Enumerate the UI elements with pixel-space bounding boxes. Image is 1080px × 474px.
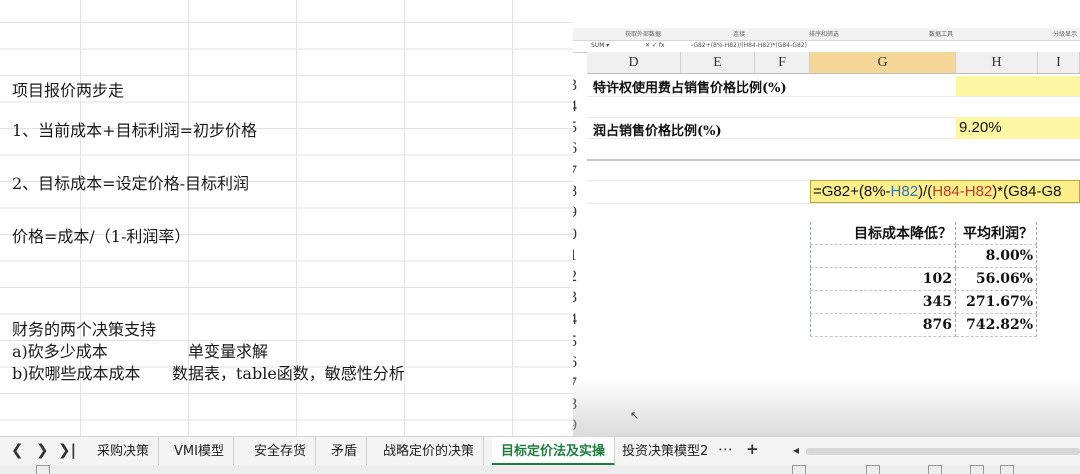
note-line: b)砍哪些成本成本 数据表，table函数，敏感性分析 bbox=[12, 360, 405, 384]
formula-cell-g8[interactable]: =G82+(8%-H82)/(H84-H82)*(G84-G8 bbox=[810, 180, 1080, 203]
column-header-i: I bbox=[1038, 52, 1080, 74]
sheet-tab-active[interactable]: 目标定价法及实操 bbox=[492, 437, 616, 466]
tab-nav-prev-icon[interactable]: ❮ bbox=[11, 441, 24, 459]
sheet-tab[interactable]: 采购决策 bbox=[88, 437, 160, 466]
sheet-tab[interactable]: 矛盾 bbox=[322, 437, 368, 466]
sheet-tabs-bar: ❮ ❯ ❯| 采购决策 VMI模型 安全存货 矛盾 战略定价的决策 目标定价法及… bbox=[0, 436, 1080, 466]
row-number: 6 bbox=[573, 140, 577, 157]
ribbon-group: 获取外部数据 bbox=[625, 31, 662, 38]
row-number: 1 bbox=[573, 247, 577, 264]
label-row3: 特许权使用费占销售价格比例(%) bbox=[593, 81, 787, 96]
row-number: 9 bbox=[573, 204, 577, 221]
formula-part: H84-H82 bbox=[932, 183, 993, 200]
note-line: 价格=成本/（1-利润率） bbox=[12, 227, 191, 246]
column-header-f: F bbox=[755, 52, 810, 74]
zoom-icon[interactable] bbox=[1000, 465, 1014, 474]
ribbon-group: 数据工具 bbox=[929, 31, 954, 38]
note-line: 1、当前成本+目标利润=初步价格 bbox=[12, 121, 257, 140]
mouse-cursor-icon: ↖ bbox=[630, 409, 640, 422]
tab-nav-next-icon[interactable]: ❯ bbox=[36, 441, 49, 459]
table-header: 平均利润？ bbox=[955, 222, 1037, 245]
table-row: 345 271.67% bbox=[810, 290, 1037, 314]
formula-part: =G82+(8%- bbox=[813, 183, 891, 200]
sheet-tab[interactable]: 战略定价的决策 bbox=[374, 437, 485, 466]
formula-part: H82 bbox=[890, 183, 919, 200]
note-line: a)砍多少成本 单变量求解 bbox=[12, 338, 268, 362]
tab-nav-last-icon[interactable]: ❯| bbox=[58, 441, 76, 459]
more-tabs-icon[interactable]: ⋯ bbox=[718, 440, 733, 458]
scroll-left-icon[interactable]: ◂ bbox=[793, 443, 799, 457]
row-number: 7 bbox=[573, 163, 577, 180]
note-line-b: 单变量求解 bbox=[188, 342, 269, 361]
sheet-tab[interactable]: 安全存货 bbox=[245, 437, 317, 466]
row-number: 5 bbox=[573, 333, 577, 350]
note-line: 财务的两个决策支持 bbox=[12, 320, 157, 339]
table-cell[interactable]: 102 bbox=[810, 267, 956, 291]
horizontal-scrollbar[interactable] bbox=[806, 448, 1080, 455]
view-layout-icon[interactable] bbox=[866, 465, 880, 474]
column-header-g: G bbox=[810, 52, 956, 74]
note-line-a: a)砍多少成本 bbox=[12, 342, 108, 361]
formula-text: -G82+(8%-H82)/(H84-H82)*(G84-G82) bbox=[691, 42, 808, 49]
status-bar bbox=[0, 465, 1080, 474]
status-icon[interactable] bbox=[36, 465, 50, 474]
table-header: 目标成本降低？ bbox=[810, 222, 956, 245]
table-row: 8.00% bbox=[810, 244, 1037, 268]
column-header-h: H bbox=[956, 52, 1038, 74]
note-line: 2、目标成本=设定价格-目标利润 bbox=[12, 174, 249, 193]
cell-h3[interactable] bbox=[956, 76, 1080, 96]
table-cell[interactable] bbox=[810, 244, 956, 268]
column-header-d: D bbox=[587, 52, 681, 74]
table-cell[interactable]: 876 bbox=[810, 313, 956, 337]
table-row: 876 742.82% bbox=[810, 313, 1037, 337]
sheet-tab[interactable]: VMI模型 bbox=[165, 437, 234, 466]
ribbon-group: 排序和筛选 bbox=[809, 31, 840, 38]
row-number: 3 bbox=[573, 289, 577, 306]
row-number: 2 bbox=[573, 268, 577, 285]
name-box: SUM ▾ bbox=[591, 42, 610, 49]
row-number: 0 bbox=[573, 226, 577, 243]
column-header-e: E bbox=[681, 52, 755, 74]
note-line-b: 数据表，table函数，敏感性分析 bbox=[172, 364, 405, 383]
bottom-shadow bbox=[573, 378, 1080, 436]
formula-part: )*(G84-G8 bbox=[992, 183, 1062, 200]
note-line-a: b)砍哪些成本成本 bbox=[12, 364, 141, 383]
note-line: 项目报价两步走 bbox=[12, 81, 125, 100]
view-normal-icon[interactable] bbox=[792, 465, 806, 474]
zoom-icon[interactable] bbox=[970, 465, 984, 474]
label-row5: 润占销售价格比例(%) bbox=[593, 124, 722, 139]
view-pagebreak-icon[interactable] bbox=[928, 465, 942, 474]
table-cell[interactable]: 271.67% bbox=[955, 290, 1037, 314]
table-cell[interactable]: 345 bbox=[810, 290, 956, 314]
sheet-tab[interactable]: 投资决策模型2 bbox=[618, 437, 710, 466]
row-number: 5 bbox=[573, 119, 577, 136]
sensitivity-table: 目标成本降低？ 平均利润？ 8.00% 102 56.06% 345 271.6… bbox=[810, 222, 1037, 337]
table-cell[interactable]: 742.82% bbox=[955, 313, 1037, 337]
add-sheet-button[interactable]: + bbox=[746, 440, 759, 458]
row-number: 4 bbox=[573, 311, 577, 328]
cell-h5-value: 9.20% bbox=[959, 119, 1002, 136]
row-number: 8 bbox=[573, 183, 577, 200]
formula-part: )/( bbox=[918, 183, 933, 200]
row-number: 4 bbox=[573, 98, 577, 115]
embedded-excel-screenshot: 获取外部数据 连接 排序和筛选 数据工具 分级显示 SUM ▾ ✕ ✓ fx -… bbox=[573, 28, 1080, 436]
ribbon-group: 分级显示 bbox=[1053, 31, 1078, 38]
row-number: 3 bbox=[573, 77, 577, 94]
table-cell[interactable]: 8.00% bbox=[955, 244, 1037, 268]
table-cell[interactable]: 56.06% bbox=[955, 267, 1037, 291]
table-row: 102 56.06% bbox=[810, 267, 1037, 291]
row-number: 6 bbox=[573, 354, 577, 371]
excel-ribbon: 获取外部数据 连接 排序和筛选 数据工具 分级显示 bbox=[573, 28, 1080, 41]
fx-icon: ✕ ✓ fx bbox=[645, 42, 665, 49]
ribbon-group: 连接 bbox=[733, 31, 746, 38]
